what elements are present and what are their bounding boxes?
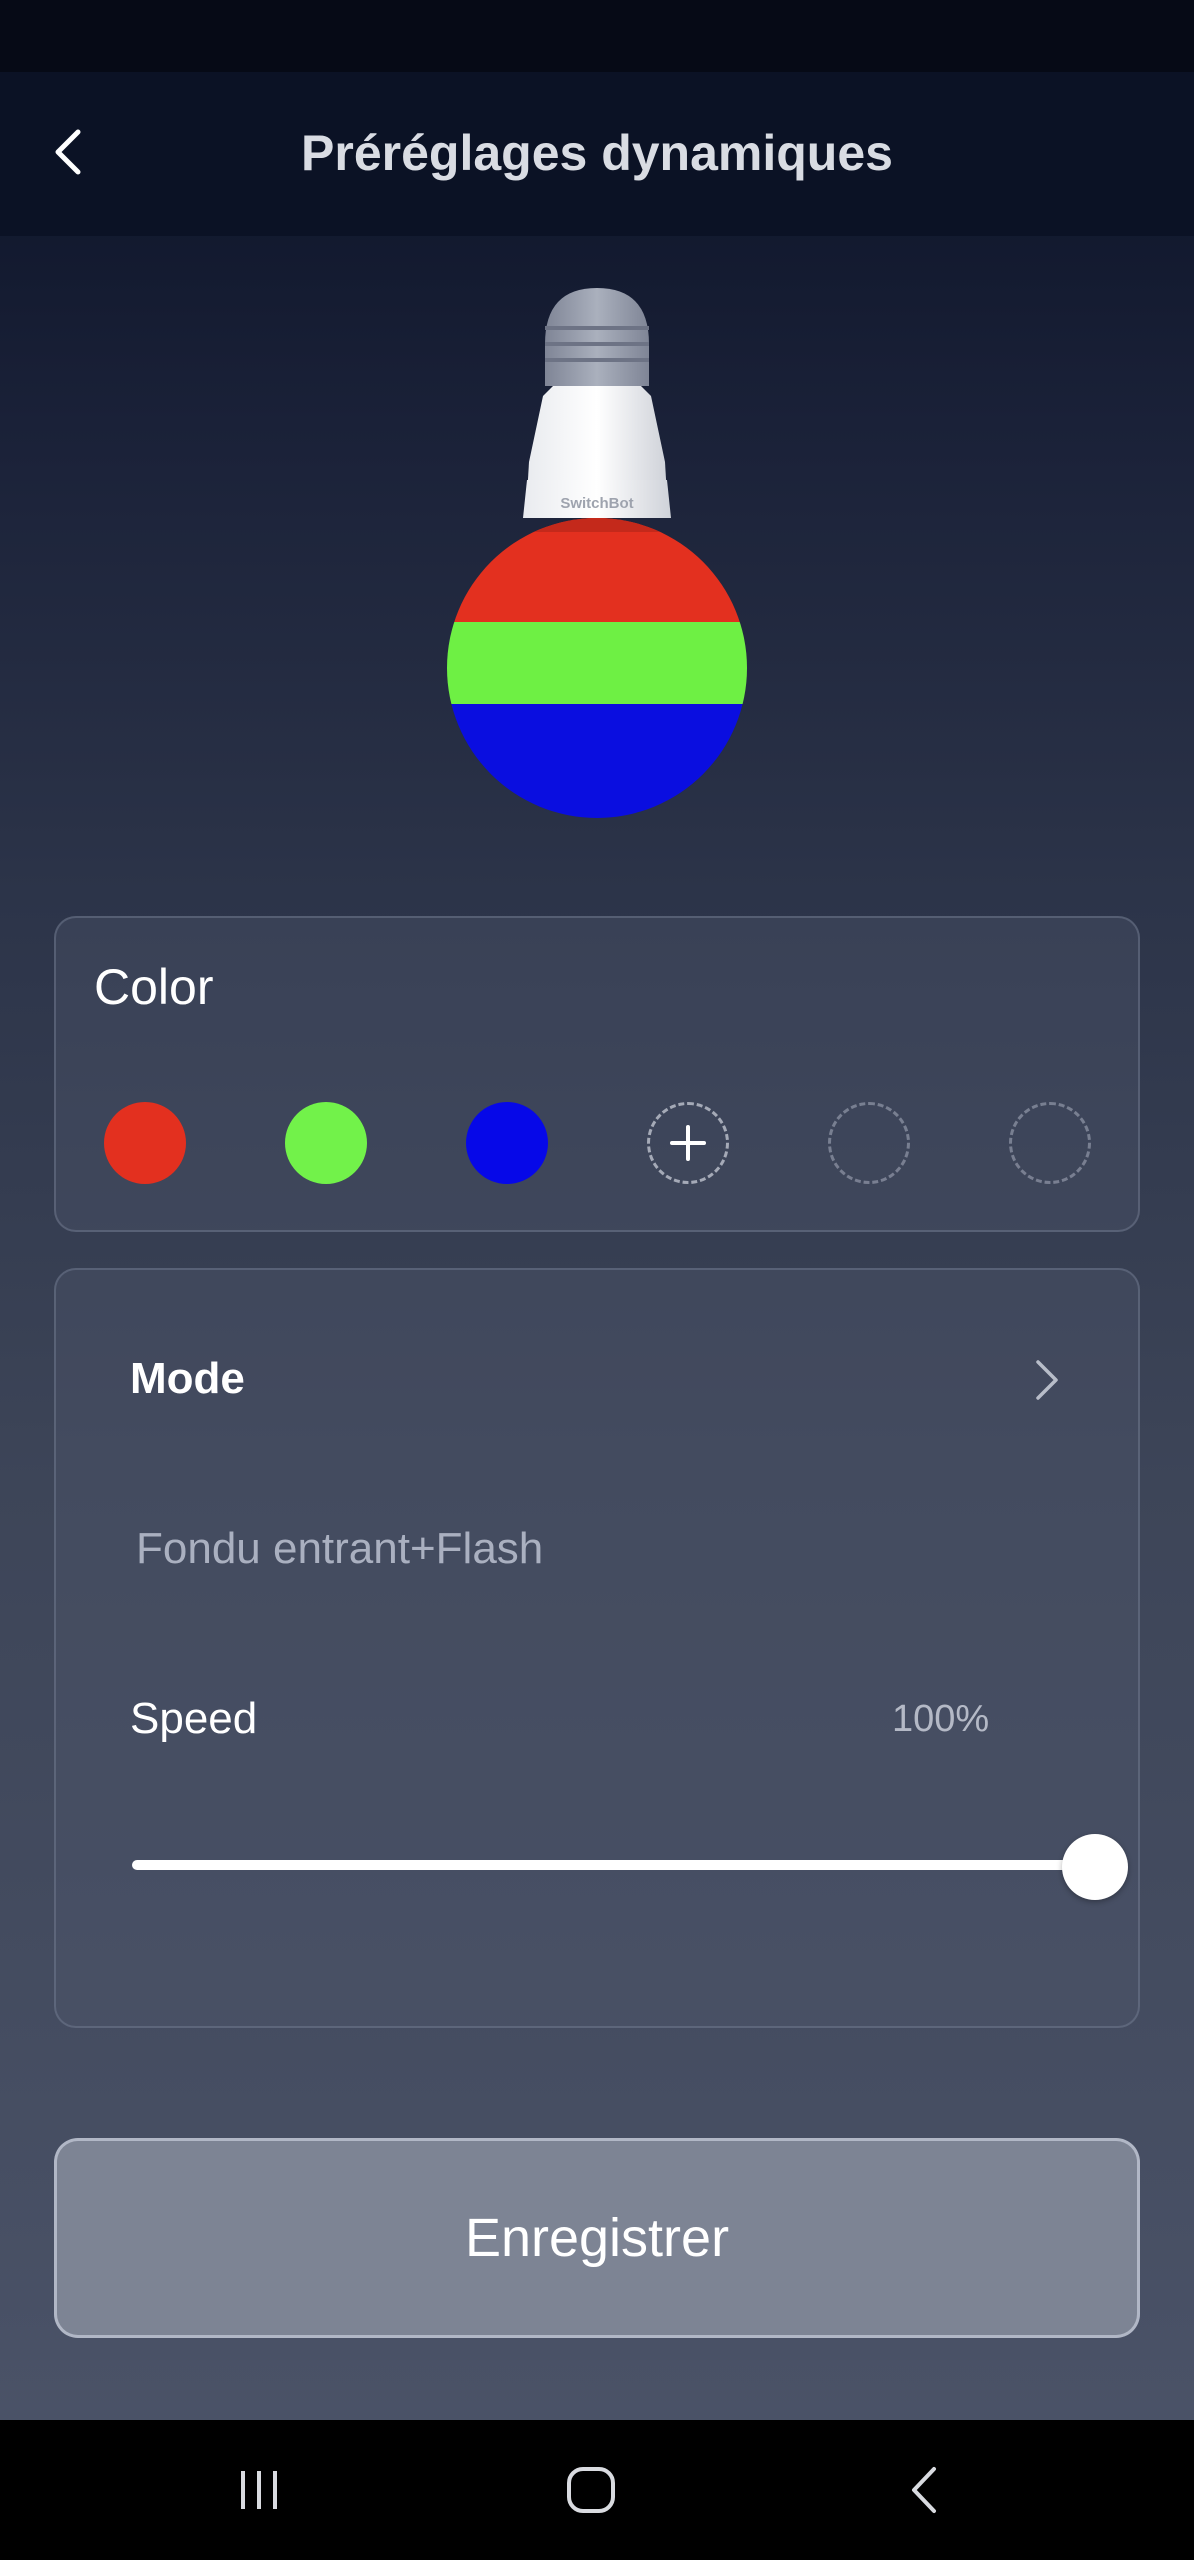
add-color-button[interactable] [647,1102,729,1184]
recent-apps-icon [241,2471,277,2509]
empty-color-slot[interactable] [828,1102,910,1184]
header: Préréglages dynamiques [0,72,1194,236]
speed-value: 100% [892,1698,990,1740]
bulb-preview: SwitchBot [437,286,757,846]
back-icon [912,2467,936,2513]
mode-card: Mode Fondu entrant+Flash Speed 100% [54,1268,1140,2028]
app-screen: Préréglages dynamiques SwitchBot Color M… [0,72,1194,2420]
empty-color-slot[interactable] [1009,1102,1091,1184]
plus-icon [670,1125,706,1161]
save-button[interactable]: Enregistrer [54,2138,1140,2338]
color-swatch-blue[interactable] [466,1102,548,1184]
speed-slider-thumb[interactable] [1062,1834,1128,1900]
system-nav-bar [0,2420,1194,2560]
bulb-brand-text: SwitchBot [560,495,633,512]
color-title: Color [94,959,214,1015]
status-bar [0,0,1194,72]
color-card: Color [54,916,1140,1232]
speed-label: Speed [130,1694,258,1743]
recent-apps-button[interactable] [214,2450,304,2530]
color-swatch-green[interactable] [285,1102,367,1184]
mode-value: Fondu entrant+Flash [136,1524,544,1573]
bulb-image: SwitchBot [447,288,747,818]
speed-slider-track[interactable] [132,1860,1122,1870]
color-swatch-red[interactable] [104,1102,186,1184]
home-icon [567,2467,615,2513]
page-title: Préréglages dynamiques [301,125,893,181]
chevron-right-icon[interactable] [1022,1356,1070,1404]
mode-label[interactable]: Mode [130,1354,245,1404]
home-button[interactable] [546,2450,636,2530]
back-nav-button[interactable] [880,2450,970,2530]
